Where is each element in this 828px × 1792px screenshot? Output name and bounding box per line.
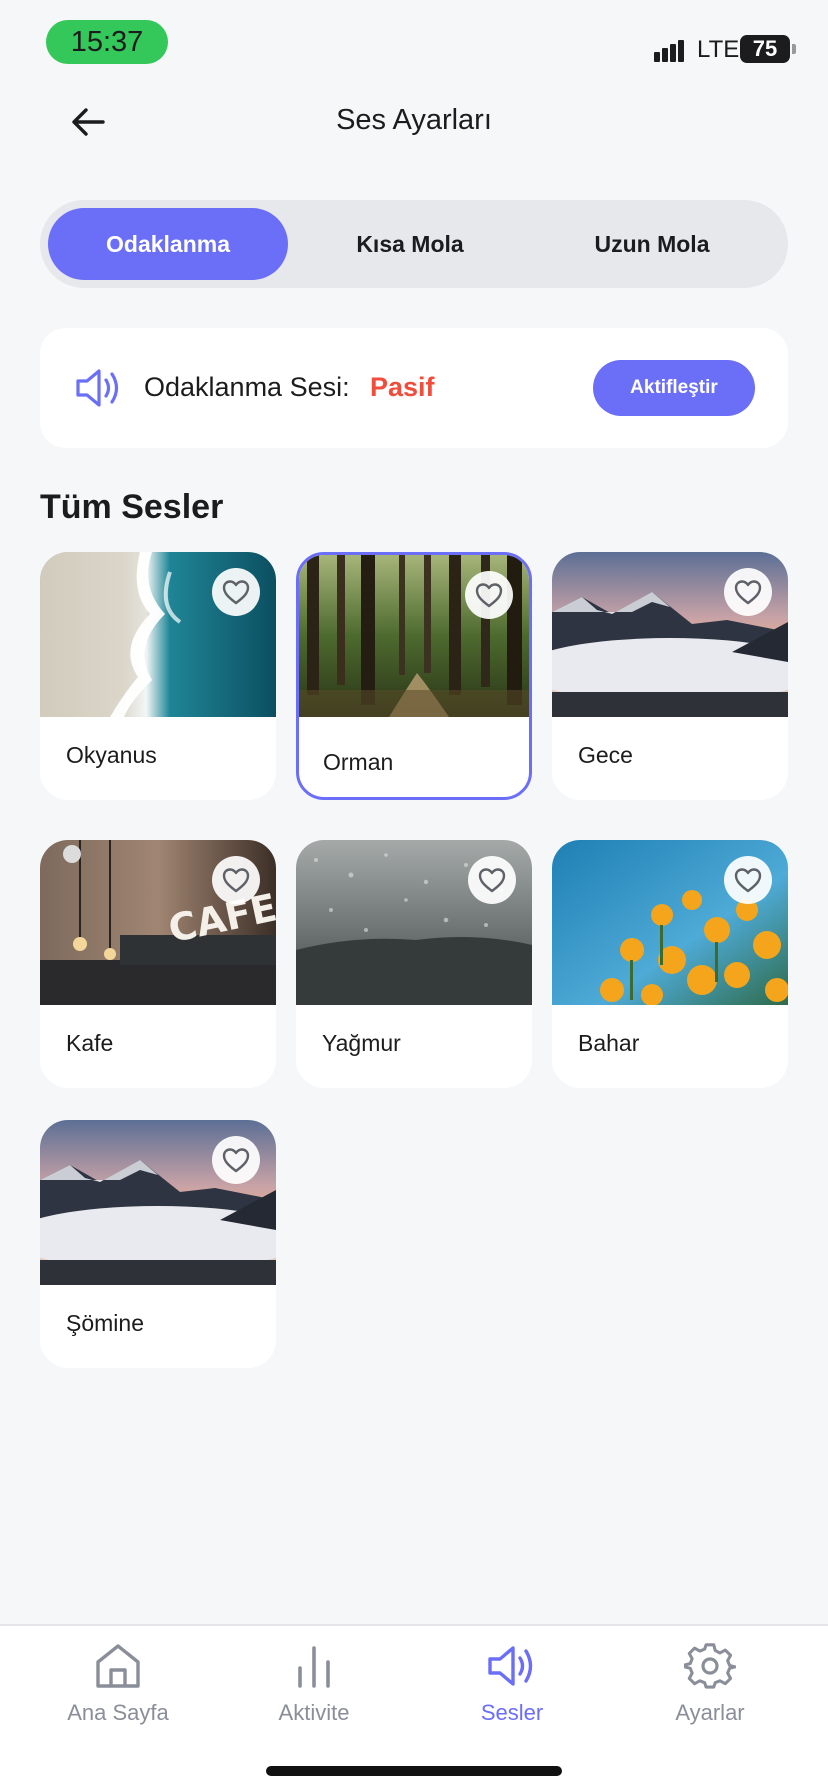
favorite-button[interactable]: [212, 856, 260, 904]
sound-card-orman[interactable]: Orman: [296, 552, 532, 800]
tab-uzun-mola[interactable]: Uzun Mola: [532, 208, 772, 280]
favorite-button[interactable]: [212, 1136, 260, 1184]
heart-icon: [734, 868, 762, 893]
speaker-icon: [488, 1646, 533, 1686]
sound-card-gece[interactable]: Gece: [552, 552, 788, 800]
nav-item-activity[interactable]: Aktivite: [224, 1640, 404, 1740]
heart-icon: [475, 583, 503, 608]
sound-card-bahar[interactable]: Bahar: [552, 840, 788, 1088]
heart-icon: [478, 868, 506, 893]
favorite-button[interactable]: [724, 568, 772, 616]
heart-icon: [222, 580, 250, 605]
sound-name: Bahar: [578, 1030, 640, 1056]
sound-card-somine[interactable]: Şömine: [40, 1120, 276, 1368]
home-indicator: [266, 1766, 562, 1776]
nav-item-home[interactable]: Ana Sayfa: [28, 1640, 208, 1740]
battery-cap: [792, 44, 796, 54]
status-bar: 15:37 LTE 75: [0, 0, 828, 80]
nav-label: Sesler: [480, 1700, 544, 1725]
nav-label: Ana Sayfa: [67, 1700, 169, 1725]
page-title: Ses Ayarları: [336, 104, 492, 136]
nav-label: Aktivite: [278, 1700, 350, 1725]
battery-icon: 75: [740, 35, 790, 63]
sound-card-okyanus[interactable]: Okyanus: [40, 552, 276, 800]
network-type: LTE: [697, 36, 740, 63]
tab-kisa-mola[interactable]: Kısa Mola: [290, 208, 530, 280]
bar-chart-icon: [298, 1646, 330, 1688]
gear-icon: [684, 1643, 736, 1689]
nav-label: Ayarlar: [675, 1700, 745, 1725]
sound-label: Odaklanma Sesi:: [144, 372, 350, 402]
sound-name: Okyanus: [66, 742, 157, 768]
sound-state: Pasif: [370, 372, 435, 402]
sound-name: Şömine: [66, 1310, 144, 1336]
mode-tabs: Odaklanma Kısa Mola Uzun Mola: [40, 200, 788, 288]
heart-icon: [222, 868, 250, 893]
sound-card-kafe[interactable]: CAFE Kafe: [40, 840, 276, 1088]
heart-icon: [734, 580, 762, 605]
favorite-button[interactable]: [212, 568, 260, 616]
sound-status-card: Odaklanma Sesi: Pasif Aktifleştir: [40, 328, 788, 448]
favorite-button[interactable]: [465, 571, 513, 619]
sound-name: Orman: [323, 749, 394, 775]
sound-name: Yağmur: [322, 1030, 401, 1056]
sound-name: Gece: [578, 742, 633, 768]
header: Ses Ayarları: [0, 80, 828, 160]
section-title: Tüm Sesler: [40, 488, 224, 526]
favorite-button[interactable]: [468, 856, 516, 904]
sound-card-yagmur[interactable]: Yağmur: [296, 840, 532, 1088]
signal-icon: [654, 36, 690, 62]
tab-odaklanma[interactable]: Odaklanma: [48, 208, 288, 280]
home-icon: [96, 1644, 140, 1688]
sound-name: Kafe: [66, 1030, 114, 1056]
speaker-icon: [76, 369, 119, 407]
heart-icon: [222, 1148, 250, 1173]
bottom-nav: Ana Sayfa Aktivite Sesler Ayarlar: [0, 1624, 828, 1792]
status-time: 15:37: [46, 20, 168, 64]
nav-item-sounds[interactable]: Sesler: [422, 1640, 602, 1740]
activate-button[interactable]: Aktifleştir: [593, 360, 755, 416]
nav-item-settings[interactable]: Ayarlar: [620, 1640, 800, 1740]
favorite-button[interactable]: [724, 856, 772, 904]
